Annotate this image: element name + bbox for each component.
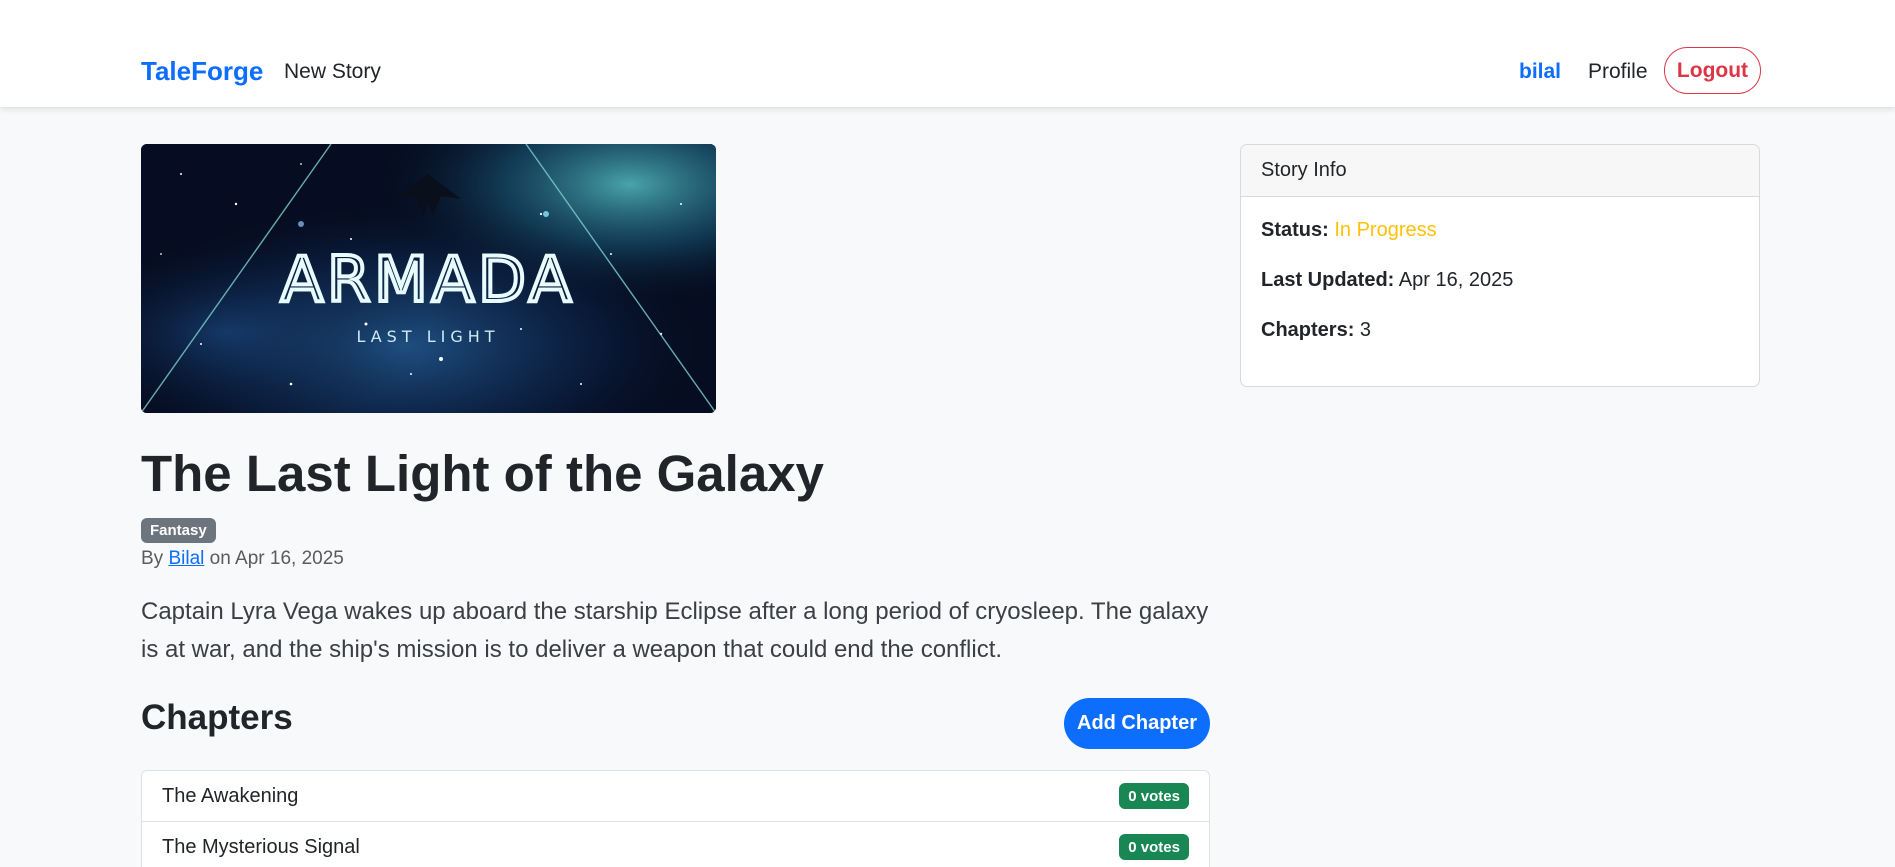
nav-username-link[interactable]: bilal bbox=[1519, 60, 1561, 84]
byline-prefix: By bbox=[141, 548, 164, 569]
brand-logo-link[interactable]: TaleForge bbox=[141, 56, 263, 87]
chapter-title: The Mysterious Signal bbox=[162, 835, 360, 858]
author-link[interactable]: Bilal bbox=[168, 548, 204, 569]
vote-count-badge: 0 votes bbox=[1119, 834, 1189, 860]
story-info-card: Story Info Status: In Progress Last Upda… bbox=[1240, 144, 1760, 387]
cover-subtitle-text: LAST LIGHT bbox=[356, 327, 499, 346]
chapters-heading: Chapters bbox=[141, 698, 293, 737]
add-chapter-button[interactable]: Add Chapter bbox=[1064, 698, 1210, 749]
chapters-count-label: Chapters: bbox=[1261, 319, 1355, 341]
byline-date-prefix: on bbox=[209, 548, 231, 569]
genre-badge: Fantasy bbox=[141, 518, 216, 543]
chapter-list-item[interactable]: The Awakening 0 votes bbox=[142, 771, 1209, 822]
last-updated-value: Apr 16, 2025 bbox=[1398, 269, 1514, 291]
nav-new-story-link[interactable]: New Story bbox=[284, 60, 381, 84]
chapter-list-item[interactable]: The Mysterious Signal 0 votes bbox=[142, 822, 1209, 867]
logout-button[interactable]: Logout bbox=[1664, 47, 1761, 94]
status-label: Status: bbox=[1261, 219, 1329, 241]
chapter-title: The Awakening bbox=[162, 784, 299, 807]
story-title: The Last Light of the Galaxy bbox=[141, 445, 824, 502]
story-info-header: Story Info bbox=[1241, 145, 1759, 197]
last-updated-label: Last Updated: bbox=[1261, 269, 1395, 291]
story-date: Apr 16, 2025 bbox=[235, 548, 344, 569]
navbar: TaleForge New Story bilal Profile Logout bbox=[0, 0, 1895, 107]
status-row: Status: In Progress bbox=[1261, 219, 1437, 242]
vote-count-badge: 0 votes bbox=[1119, 783, 1189, 809]
last-updated-row: Last Updated: Apr 16, 2025 bbox=[1261, 269, 1513, 292]
chapters-count-row: Chapters: 3 bbox=[1261, 319, 1371, 342]
status-value: In Progress bbox=[1334, 219, 1437, 241]
story-description: Captain Lyra Vega wakes up aboard the st… bbox=[141, 598, 1209, 663]
nav-profile-link[interactable]: Profile bbox=[1588, 60, 1648, 84]
chapters-count-value: 3 bbox=[1359, 319, 1372, 341]
story-byline: By Bilal on Apr 16, 2025 bbox=[141, 548, 344, 570]
cover-title-text: ARMADA bbox=[281, 243, 575, 316]
story-cover-image: ARMADA LAST LIGHT bbox=[141, 144, 716, 413]
chapter-list: The Awakening 0 votes The Mysterious Sig… bbox=[141, 770, 1210, 867]
